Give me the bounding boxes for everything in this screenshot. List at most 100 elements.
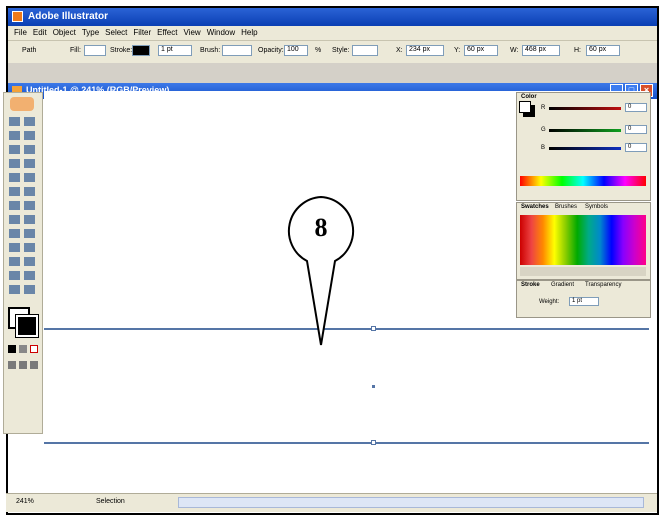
w-field[interactable]: 468 px — [522, 45, 560, 56]
menu-effect[interactable]: Effect — [157, 26, 177, 40]
blue-value[interactable]: 0 — [625, 143, 647, 152]
paintbrush-tool-icon[interactable] — [9, 173, 20, 182]
direct-selection-tool-icon[interactable] — [24, 117, 35, 126]
print-tiling-tool-icon[interactable] — [24, 285, 35, 294]
color-panel: Color R 0 G 0 B 0 — [516, 92, 651, 201]
anchor-point-bottom[interactable] — [371, 440, 376, 445]
color-mode-icon[interactable] — [8, 345, 16, 353]
horizontal-scrollbar[interactable] — [178, 497, 644, 508]
control-bar: Path Fill: Stroke: 1 pt Brush: Opacity: … — [8, 40, 657, 64]
live-paint-tool-icon[interactable] — [9, 257, 20, 266]
color-fill-proxy[interactable] — [519, 101, 531, 113]
stroke-panel: Stroke Gradient Transparency Weight: 1 p… — [516, 280, 651, 318]
hand-tool-icon[interactable] — [24, 271, 35, 280]
line-tool-icon[interactable] — [9, 159, 20, 168]
style-label: Style: — [332, 47, 350, 54]
green-slider[interactable] — [549, 129, 621, 132]
menu-select[interactable]: Select — [105, 26, 127, 40]
w-label: W: — [510, 47, 519, 54]
menu-edit[interactable]: Edit — [33, 26, 47, 40]
menu-file[interactable]: File — [14, 26, 27, 40]
selection-tool-icon[interactable] — [9, 117, 20, 126]
stroke-tab[interactable]: Stroke — [521, 282, 540, 288]
x-field[interactable]: 234 px — [406, 45, 444, 56]
lasso-tool-icon[interactable] — [24, 131, 35, 140]
center-point — [372, 385, 375, 388]
pencil-tool-icon[interactable] — [24, 173, 35, 182]
x-label: X: — [396, 47, 403, 54]
brushes-tab[interactable]: Brushes — [555, 204, 577, 210]
slice-tool-icon[interactable] — [24, 257, 35, 266]
h-label: H: — [574, 47, 581, 54]
green-value[interactable]: 0 — [625, 125, 647, 134]
path-bottom-edge[interactable] — [44, 442, 649, 444]
status-bar: 241% Selection — [6, 493, 657, 512]
brush-label: Brush: — [200, 47, 221, 54]
gradient-tab[interactable]: Gradient — [551, 282, 574, 288]
brush-dropdown[interactable] — [222, 45, 252, 56]
none-mode-icon[interactable] — [30, 345, 38, 353]
blue-channel-label: B — [541, 145, 546, 151]
color-spectrum-ramp[interactable] — [520, 176, 646, 186]
magic-wand-tool-icon[interactable] — [9, 131, 20, 140]
y-field[interactable]: 60 px — [464, 45, 498, 56]
current-tool[interactable]: Selection — [96, 498, 125, 505]
gradient-tool-icon[interactable] — [24, 229, 35, 238]
stroke-color-swatch[interactable] — [15, 314, 39, 338]
menu-type[interactable]: Type — [82, 26, 99, 40]
swatch-grid[interactable] — [520, 215, 646, 265]
stroke-weight-field[interactable]: 1 pt — [158, 45, 192, 56]
mesh-tool-icon[interactable] — [9, 229, 20, 238]
scissors-tool-icon[interactable] — [9, 271, 20, 280]
style-dropdown[interactable] — [352, 45, 378, 56]
fill-label: Fill: — [70, 47, 81, 54]
h-field[interactable]: 60 px — [586, 45, 620, 56]
menu-bar: File Edit Object Type Select Filter Effect View… — [8, 26, 657, 40]
blue-slider[interactable] — [549, 147, 621, 150]
menu-window[interactable]: Window — [207, 26, 235, 40]
app-title: Adobe Illustrator — [28, 11, 109, 22]
illustrator-logo-icon — [10, 97, 34, 111]
full-screen-mode-icon[interactable] — [30, 361, 38, 369]
symbols-tab[interactable]: Symbols — [585, 204, 608, 210]
y-label: Y: — [454, 47, 461, 54]
stroke-label: Stroke: — [110, 47, 133, 54]
menu-help[interactable]: Help — [241, 26, 257, 40]
swatches-tab[interactable]: Swatches — [521, 204, 549, 210]
type-tool-icon[interactable] — [24, 145, 35, 154]
red-slider[interactable] — [549, 107, 621, 110]
stroke-swatch[interactable] — [132, 45, 150, 56]
weight-label: Weight: — [539, 299, 560, 305]
standard-screen-mode-icon[interactable] — [8, 361, 16, 369]
opacity-label: Opacity: — [258, 47, 284, 54]
workspace-background — [8, 63, 657, 83]
transparency-tab[interactable]: Transparency — [585, 282, 621, 288]
red-value[interactable]: 0 — [625, 103, 647, 112]
eyedropper-tool-icon[interactable] — [9, 243, 20, 252]
illustrator-app-icon — [12, 11, 23, 22]
pen-tool-icon[interactable] — [9, 145, 20, 154]
fill-swatch[interactable] — [84, 45, 106, 56]
callout-number: 8 — [314, 213, 328, 242]
full-screen-menu-mode-icon[interactable] — [19, 361, 27, 369]
gradient-mode-icon[interactable] — [19, 345, 27, 353]
rotate-tool-icon[interactable] — [9, 187, 20, 196]
menu-filter[interactable]: Filter — [133, 26, 151, 40]
tools-panel — [3, 92, 43, 434]
zoom-tool-icon[interactable] — [9, 285, 20, 294]
zoom-level[interactable]: 241% — [16, 498, 34, 505]
weight-field[interactable]: 1 pt — [569, 297, 599, 306]
rectangle-tool-icon[interactable] — [24, 159, 35, 168]
scale-tool-icon[interactable] — [24, 187, 35, 196]
color-tab[interactable]: Color — [521, 94, 537, 100]
warp-tool-icon[interactable] — [9, 201, 20, 210]
anchor-point-top[interactable] — [371, 326, 376, 331]
swatches-panel: Swatches Brushes Symbols — [516, 202, 651, 280]
graph-tool-icon[interactable] — [24, 215, 35, 224]
menu-view[interactable]: View — [183, 26, 200, 40]
opacity-field[interactable]: 100 — [284, 45, 308, 56]
symbol-sprayer-tool-icon[interactable] — [9, 215, 20, 224]
blend-tool-icon[interactable] — [24, 243, 35, 252]
free-transform-tool-icon[interactable] — [24, 201, 35, 210]
menu-object[interactable]: Object — [53, 26, 76, 40]
